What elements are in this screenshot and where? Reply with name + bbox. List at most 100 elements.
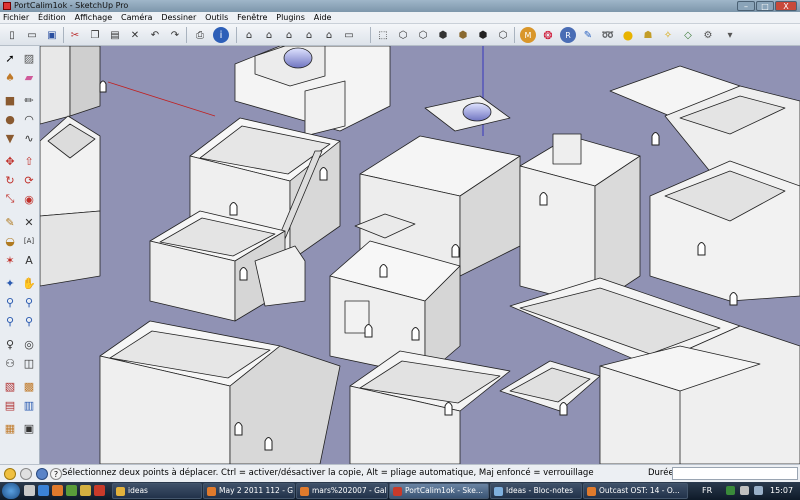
task-notepad[interactable]: Ideas - Bloc-notes [490, 483, 582, 499]
print-icon[interactable]: ⎙ [192, 27, 208, 43]
quicklaunch-app-icon[interactable] [66, 485, 77, 496]
network-icon[interactable] [740, 486, 749, 495]
orbit-icon[interactable]: ✦ [2, 275, 18, 291]
follow-me-icon[interactable]: ⟳ [21, 172, 37, 188]
plugin-s-icon[interactable]: ❂ [540, 27, 556, 43]
zoom-icon[interactable]: ⚲ [2, 294, 18, 310]
circle-icon[interactable]: ● [2, 111, 18, 127]
maximize-button[interactable]: □ [756, 1, 774, 11]
extension-icon[interactable]: ▦ [2, 420, 18, 436]
credits-icon[interactable] [20, 468, 32, 480]
share-icon[interactable]: ▥ [21, 397, 37, 413]
menu-aide[interactable]: Aide [311, 12, 335, 24]
plugin-m-icon[interactable]: M [520, 27, 536, 43]
sandbox-icon[interactable]: ▧ [2, 378, 18, 394]
sandbox-smoove-icon[interactable]: ▩ [21, 378, 37, 394]
task-browser-1[interactable]: May 2 2011 112 - G... [203, 483, 295, 499]
section-plane-icon[interactable]: ◫ [21, 355, 37, 371]
look-around-icon[interactable]: ◎ [21, 336, 37, 352]
plugin-gear-icon[interactable]: ⚙ [700, 27, 716, 43]
front-view-icon[interactable]: ⌂ [281, 27, 297, 43]
menu-outils[interactable]: Outils [202, 12, 231, 24]
menu-plugins[interactable]: Plugins [273, 12, 308, 24]
building-right-mid[interactable] [649, 160, 800, 302]
plugin-s2-icon[interactable]: ➿ [600, 27, 616, 43]
arc-icon[interactable]: ◠ [21, 111, 37, 127]
cut-icon[interactable]: ✂ [67, 27, 83, 43]
rectangle-icon[interactable]: ■ [2, 92, 18, 108]
position-camera-icon[interactable]: ♀ [2, 336, 18, 352]
open-icon[interactable]: ▭ [24, 27, 40, 43]
wireframe-icon[interactable]: ⬡ [395, 27, 411, 43]
close-button[interactable]: X [775, 1, 797, 11]
erase-icon[interactable]: ✕ [127, 27, 143, 43]
component-icon[interactable]: ▨ [21, 50, 37, 66]
axes-icon[interactable]: ✶ [2, 252, 18, 268]
menu-fenetre[interactable]: Fenêtre [234, 12, 270, 24]
start-button[interactable] [2, 483, 20, 499]
ie-icon[interactable] [38, 485, 49, 496]
rotate-icon[interactable]: ↻ [2, 172, 18, 188]
firefox-icon[interactable] [52, 485, 63, 496]
copy-icon[interactable]: ❐ [87, 27, 103, 43]
show-desktop-icon[interactable] [24, 485, 35, 496]
plugin-dot-icon[interactable]: ● [620, 27, 636, 43]
previous-view-icon[interactable]: ⚲ [21, 313, 37, 329]
tray-app-icon[interactable] [726, 486, 735, 495]
push-pull-icon[interactable]: ⇧ [21, 153, 37, 169]
text-icon[interactable]: [A] [21, 233, 37, 249]
language-indicator[interactable]: FR [702, 486, 712, 495]
menu-edition[interactable]: Édition [35, 12, 69, 24]
freehand-icon[interactable]: ∿ [21, 130, 37, 146]
model-info-icon[interactable]: i [213, 27, 229, 43]
zoom-window-icon[interactable]: ⚲ [21, 294, 37, 310]
back-view-icon[interactable]: ⌂ [321, 27, 337, 43]
save-icon[interactable]: ▣ [44, 27, 60, 43]
menu-fichier[interactable]: Fichier [0, 12, 32, 24]
eraser-icon[interactable]: ▰ [21, 69, 37, 85]
zoom-extents-icon[interactable]: ⚲ [2, 313, 18, 329]
protractor-icon[interactable]: ◒ [2, 233, 18, 249]
volume-icon[interactable] [754, 486, 763, 495]
task-sketchup[interactable]: PortCalim1ok - Ske... [389, 483, 489, 499]
pan-icon[interactable]: ✋ [21, 275, 37, 291]
task-outcast[interactable]: Outcast OST: 14 - O... [583, 483, 688, 499]
clock[interactable]: 15:07 [770, 486, 793, 495]
plugin-shadow-icon[interactable]: ☗ [640, 27, 656, 43]
offset-icon[interactable]: ◉ [21, 191, 37, 207]
building-bottom-left[interactable] [99, 320, 341, 464]
task-browser-2[interactable]: mars%202007 - Gal... [296, 483, 388, 499]
measurements-input[interactable] [672, 467, 798, 480]
sketchup-quicklaunch-icon[interactable] [94, 485, 105, 496]
plugin-diamond-icon[interactable]: ◇ [680, 27, 696, 43]
minimize-button[interactable]: – [737, 1, 755, 11]
task-ideas[interactable]: ideas [112, 483, 202, 499]
iso-view-icon[interactable]: ⌂ [241, 27, 257, 43]
building-far-left[interactable] [40, 46, 101, 125]
help-icon[interactable]: ? [50, 468, 62, 480]
monochrome-icon[interactable]: ⬢ [475, 27, 491, 43]
left-view-icon[interactable]: ▭ [341, 27, 357, 43]
xray-toggle-icon[interactable]: ⬡ [495, 27, 511, 43]
plugin-flag-icon[interactable]: ✧ [660, 27, 676, 43]
model-viewport[interactable] [40, 46, 800, 464]
user-icon[interactable] [36, 468, 48, 480]
menu-camera[interactable]: Caméra [118, 12, 155, 24]
redo-icon[interactable]: ↷ [167, 27, 183, 43]
layout-icon[interactable]: ▣ [21, 420, 37, 436]
line-icon[interactable]: ✏ [21, 92, 37, 108]
new-icon[interactable]: ▯ [4, 27, 20, 43]
plugin-extra-icon[interactable]: ▾ [722, 27, 738, 43]
shaded-texture-icon[interactable]: ⬢ [455, 27, 471, 43]
move-icon[interactable]: ✥ [2, 153, 18, 169]
folder-icon[interactable] [80, 485, 91, 496]
top-view-icon[interactable]: ⌂ [261, 27, 277, 43]
tape-measure-icon[interactable]: ✎ [2, 214, 18, 230]
select-icon[interactable]: ➚ [2, 50, 18, 66]
city-model-scene[interactable] [40, 46, 800, 464]
plugin-tag-icon[interactable]: ✎ [580, 27, 596, 43]
hidden-line-icon[interactable]: ⬡ [415, 27, 431, 43]
plugin-r-icon[interactable]: R [560, 27, 576, 43]
walk-icon[interactable]: ⚇ [2, 355, 18, 371]
shaded-icon[interactable]: ⬢ [435, 27, 451, 43]
